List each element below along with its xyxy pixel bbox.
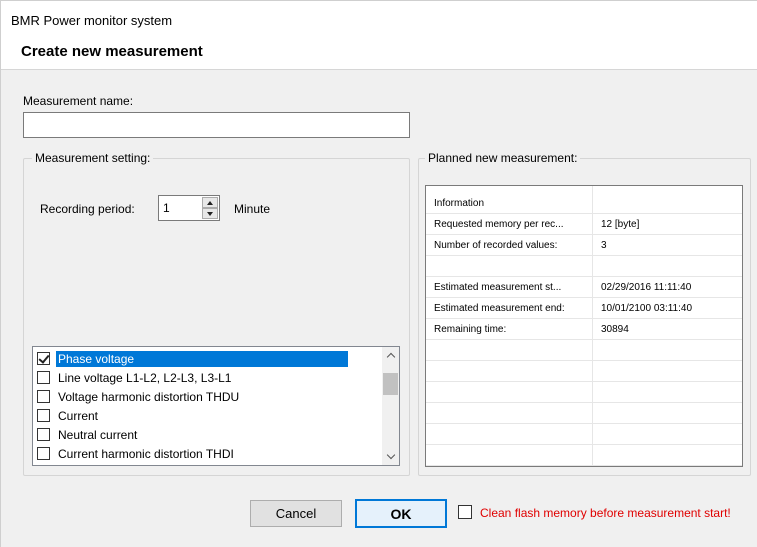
checklist-scrollbar[interactable] (382, 347, 399, 465)
create-measurement-window: BMR Power monitor system Create new meas… (0, 0, 757, 547)
table-row (426, 382, 742, 403)
info-value: 3 (601, 240, 607, 251)
table-row: Number of recorded values: 3 (426, 235, 742, 256)
planned-measurement-title: Planned new measurement: (425, 151, 581, 165)
table-row (426, 361, 742, 382)
table-row (426, 424, 742, 445)
cancel-button[interactable]: Cancel (250, 500, 342, 527)
scrollbar-thumb[interactable] (383, 373, 398, 395)
info-value (601, 193, 741, 214)
list-item[interactable]: Voltage harmonic distortion THDU (34, 387, 380, 406)
chevron-down-icon (386, 450, 395, 460)
list-item[interactable]: Current harmonic distortion THDI (34, 444, 380, 463)
info-label: Remaining time: (434, 324, 507, 335)
recording-period-value[interactable]: 1 (163, 201, 170, 215)
recording-period-label: Recording period: (40, 202, 135, 216)
planned-info-grid: Information Requested memory per rec... … (425, 185, 743, 467)
list-item-label: Neutral current (58, 427, 138, 442)
info-label: Requested memory per rec... (434, 219, 564, 230)
info-label: Number of recorded values: (434, 240, 558, 251)
measurement-name-input[interactable] (23, 112, 410, 138)
checkbox[interactable] (37, 447, 50, 460)
scroll-up-button[interactable] (382, 347, 399, 364)
table-row (426, 445, 742, 466)
spinner-down-button[interactable] (202, 208, 218, 219)
info-label: Estimated measurement end: (434, 303, 565, 314)
clean-flash-checkbox[interactable] (458, 505, 472, 519)
checkbox[interactable] (37, 390, 50, 403)
list-item-label: Current harmonic distortion THDI (58, 446, 234, 461)
table-row (426, 340, 742, 361)
checkbox[interactable] (37, 428, 50, 441)
list-item[interactable]: Phase voltage (34, 349, 380, 368)
checkbox[interactable] (37, 409, 50, 422)
header-divider (1, 69, 757, 70)
info-label: Estimated measurement st... (434, 282, 562, 293)
measurement-setting-title: Measurement setting: (32, 151, 154, 165)
info-value: 10/01/2100 03:11:40 (601, 303, 693, 314)
list-item-label: Line voltage L1-L2, L2-L3, L3-L1 (58, 370, 232, 385)
spinner-buttons (202, 197, 218, 219)
table-row: Estimated measurement end: 10/01/2100 03… (426, 298, 742, 319)
info-value: 30894 (601, 324, 629, 335)
list-item-label: Current (58, 408, 99, 423)
info-value: 02/29/2016 11:11:40 (601, 282, 692, 293)
window-title: BMR Power monitor system (11, 13, 173, 28)
dialog-header: Create new measurement (21, 43, 203, 60)
scroll-down-button[interactable] (382, 448, 399, 465)
info-value: 12 [byte] (601, 219, 640, 230)
measurement-values-checklist[interactable]: Phase voltage Line voltage L1-L2, L2-L3,… (32, 346, 400, 466)
table-row: Estimated measurement st... 02/29/2016 1… (426, 277, 742, 298)
list-item-label: Phase voltage (56, 350, 348, 367)
list-item[interactable]: Line voltage L1-L2, L2-L3, L3-L1 (34, 368, 380, 387)
checkbox[interactable] (37, 352, 50, 365)
list-item[interactable]: Neutral current (34, 425, 380, 444)
table-row: Remaining time: 30894 (426, 319, 742, 340)
info-label: Information (434, 198, 485, 209)
recording-period-spinner[interactable]: 1 (158, 195, 220, 221)
table-row: Requested memory per rec... 12 [byte] (426, 214, 742, 235)
ok-button[interactable]: OK (355, 499, 447, 528)
list-item[interactable]: Current (34, 406, 380, 425)
measurement-name-label: Measurement name: (23, 94, 134, 108)
table-row: Information (426, 193, 742, 214)
clean-flash-label[interactable]: Clean flash memory before measurement st… (480, 506, 731, 520)
list-item-label: Voltage harmonic distortion THDU (58, 389, 240, 404)
arrow-up-icon (207, 200, 213, 205)
title-bar: BMR Power monitor system Create new meas… (1, 1, 757, 69)
table-row (426, 403, 742, 424)
table-row (426, 256, 742, 277)
arrow-down-icon (207, 211, 213, 216)
recording-period-unit: Minute (234, 202, 271, 216)
chevron-up-icon (386, 352, 395, 362)
checkbox[interactable] (37, 371, 50, 384)
info-value (601, 256, 741, 277)
spinner-up-button[interactable] (202, 197, 218, 208)
info-label (434, 256, 589, 277)
